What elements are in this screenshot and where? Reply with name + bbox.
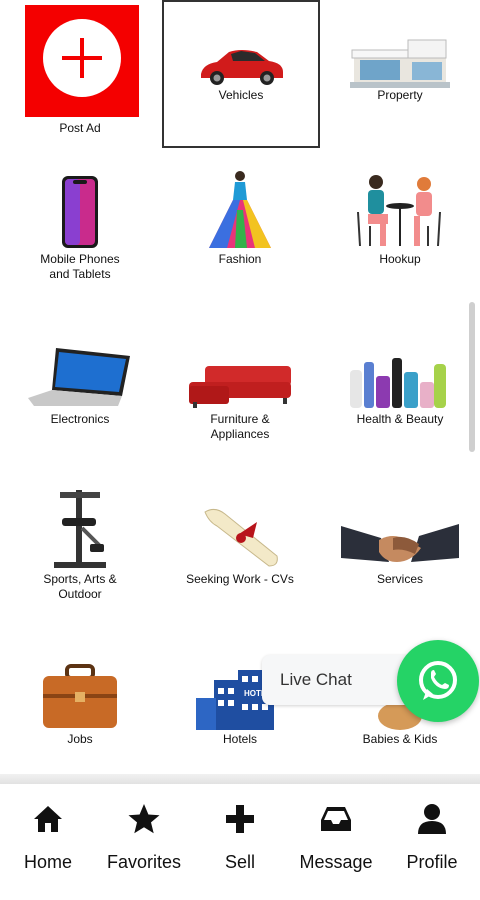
- label-line-2: Appliances: [210, 427, 270, 441]
- nav-profile-label: Profile: [406, 852, 458, 872]
- nav-sell[interactable]: Sell: [192, 784, 288, 900]
- category-hookup[interactable]: Hookup: [322, 170, 478, 320]
- category-seeking-work[interactable]: Seeking Work - CVs: [162, 490, 318, 640]
- home-icon: [34, 806, 62, 832]
- scrollbar[interactable]: [469, 302, 475, 452]
- scroll-icon: [162, 490, 318, 570]
- category-electronics[interactable]: Electronics: [2, 330, 158, 480]
- user-icon: [418, 804, 446, 834]
- category-label: Post Ad: [59, 121, 101, 135]
- car-icon: [164, 2, 318, 88]
- phone-icon: [2, 170, 158, 250]
- nav-profile[interactable]: Profile: [384, 784, 480, 900]
- nav-home-label: Home: [23, 852, 72, 872]
- couple-icon: [322, 170, 478, 250]
- live-chat-text: Live Chat: [280, 670, 352, 689]
- category-health-beauty[interactable]: Health & Beauty: [322, 330, 478, 480]
- handshake-icon: [322, 490, 478, 570]
- category-label: Babies & Kids: [362, 732, 438, 746]
- label-line-1: Sports, Arts &: [43, 572, 117, 586]
- nav-message[interactable]: Message: [288, 784, 384, 900]
- plus-icon: [43, 19, 121, 97]
- post-ad-tile: [25, 5, 139, 117]
- dress-icon: [162, 170, 318, 250]
- category-label: Property: [377, 88, 423, 102]
- plus-icon: [226, 805, 254, 833]
- cosmetics-icon: [322, 330, 478, 410]
- star-icon: [128, 804, 160, 834]
- house-icon: [322, 0, 478, 88]
- label-line-1: Furniture &: [210, 412, 270, 426]
- category-label: Health & Beauty: [356, 412, 444, 426]
- category-label: Jobs: [67, 732, 93, 746]
- category-label: Sports, Arts & Outdoor: [2, 572, 158, 602]
- category-label: Furniture & Appliances: [162, 412, 318, 442]
- category-label: Vehicles: [218, 88, 264, 102]
- nav-sell-label: Sell: [224, 852, 255, 872]
- category-label: Hookup: [379, 252, 421, 266]
- category-services[interactable]: Services: [322, 490, 478, 640]
- category-label: Services: [376, 572, 423, 586]
- category-label: Mobile Phones and Tablets: [2, 252, 158, 282]
- nav-favorites[interactable]: Favorites: [96, 784, 192, 900]
- live-chat-label[interactable]: Live Chat: [262, 655, 412, 705]
- category-label: Fashion: [218, 252, 262, 266]
- category-label: Electronics: [50, 412, 110, 426]
- category-fashion[interactable]: Fashion: [162, 170, 318, 320]
- label-line-2: Outdoor: [58, 587, 102, 601]
- category-label: Hotels: [222, 732, 257, 746]
- nav-favorites-label: Favorites: [106, 852, 182, 872]
- laptop-icon: [2, 330, 158, 410]
- bottom-nav: Home Favorites Sell Message Profile: [0, 784, 480, 900]
- category-vehicles[interactable]: Vehicles: [162, 0, 320, 148]
- category-post-ad[interactable]: Post Ad: [2, 0, 158, 150]
- label-line-1: Mobile Phones: [40, 252, 120, 266]
- whatsapp-button[interactable]: [397, 640, 479, 722]
- label-line-2: and Tablets: [49, 267, 111, 281]
- nav-divider: [0, 774, 480, 784]
- category-furniture[interactable]: Furniture & Appliances: [162, 330, 318, 480]
- category-sports[interactable]: Sports, Arts & Outdoor: [2, 490, 158, 640]
- gym-machine-icon: [2, 490, 158, 570]
- nav-home[interactable]: Home: [0, 784, 96, 900]
- whatsapp-icon: [419, 661, 457, 700]
- nav-message-label: Message: [299, 852, 373, 872]
- sofa-icon: [162, 330, 318, 408]
- category-label: Seeking Work - CVs: [186, 572, 294, 586]
- inbox-icon: [321, 807, 351, 831]
- category-mobile-phones[interactable]: Mobile Phones and Tablets: [2, 170, 158, 320]
- briefcase-icon: [2, 650, 158, 730]
- category-property[interactable]: Property: [322, 0, 478, 150]
